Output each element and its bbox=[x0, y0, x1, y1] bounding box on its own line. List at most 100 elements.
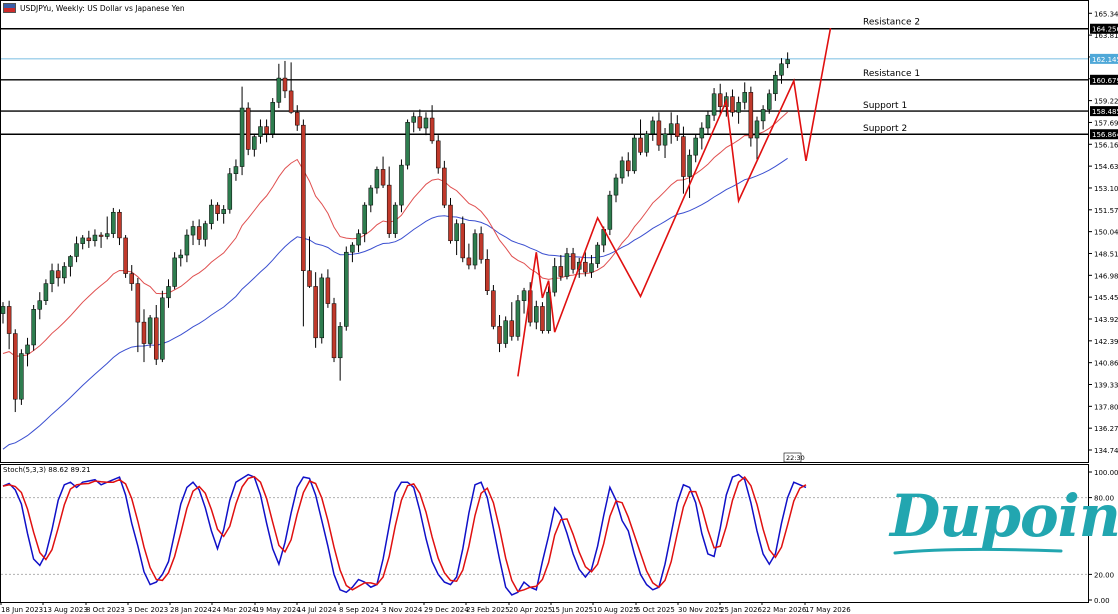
candle-body bbox=[570, 253, 576, 270]
candle-body bbox=[245, 107, 251, 150]
time-tick-label: 29 Dec 2024 bbox=[424, 606, 469, 614]
candle-body bbox=[294, 112, 300, 126]
candle-body bbox=[258, 126, 263, 137]
candle-body bbox=[466, 257, 472, 266]
candle-body bbox=[104, 233, 110, 237]
time-tick-label: 20 Apr 2025 bbox=[509, 606, 552, 614]
candle-body bbox=[417, 116, 423, 129]
candle-body bbox=[632, 137, 637, 172]
time-tick-label: 8 Sep 2024 bbox=[339, 606, 379, 614]
chart-header: USDJPYu, Weekly: US Dollar vs Japanese Y… bbox=[3, 2, 185, 14]
main-chart-frame bbox=[0, 0, 1089, 463]
candle-body bbox=[411, 116, 416, 123]
indicator-tick-label: 0.00 bbox=[1094, 597, 1110, 605]
price-tick-label: 159.220 bbox=[1094, 98, 1118, 106]
candle-body bbox=[760, 109, 766, 122]
candle-body bbox=[68, 256, 73, 267]
candle-body bbox=[711, 93, 717, 116]
candle-body bbox=[86, 237, 92, 242]
price-tick-label: 142.390 bbox=[1094, 338, 1118, 346]
indicator-tick-label: 100.00 bbox=[1094, 469, 1118, 477]
candle-body bbox=[301, 124, 306, 271]
price-tick-label: 151.570 bbox=[1094, 207, 1118, 215]
candle-body bbox=[644, 133, 649, 153]
candle-body bbox=[552, 266, 557, 293]
candle-body bbox=[393, 204, 398, 234]
logo-swoosh-icon bbox=[893, 547, 1063, 555]
price-tick-label: 139.330 bbox=[1094, 382, 1118, 390]
candle-body bbox=[626, 160, 631, 172]
time-tick-label: 28 Jan 2024 bbox=[170, 606, 213, 614]
candle-body bbox=[288, 90, 294, 113]
candle-body bbox=[331, 303, 337, 359]
stochastic-label: Stoch(5,3,3) 88.62 89.21 bbox=[3, 466, 91, 474]
candle-body bbox=[252, 136, 257, 150]
candle-body bbox=[184, 234, 190, 256]
candle-body bbox=[62, 266, 67, 279]
price-tick-label: 154.630 bbox=[1094, 163, 1118, 171]
candle-body bbox=[515, 300, 521, 337]
candle-body bbox=[98, 234, 104, 237]
price-tick-label: 156.160 bbox=[1094, 141, 1118, 149]
candle-body bbox=[31, 309, 36, 346]
candle-body bbox=[37, 300, 43, 310]
candle-body bbox=[478, 233, 484, 260]
candle-body bbox=[405, 122, 410, 166]
price-tick-label: 134.740 bbox=[1094, 447, 1118, 455]
level-label: Support 1 bbox=[863, 101, 907, 111]
sr-levels: Resistance 2 Resistance 1 Support 1 Support… bbox=[1, 18, 1088, 135]
candle-body bbox=[55, 270, 61, 279]
candle-body bbox=[123, 237, 128, 274]
candle-body bbox=[221, 209, 226, 214]
candle-body bbox=[239, 107, 245, 167]
candle-body bbox=[319, 277, 325, 339]
candle-body bbox=[233, 166, 239, 174]
cursor-time-label: 22:30 bbox=[786, 454, 805, 462]
candle-body bbox=[386, 184, 392, 234]
usd-flag-icon bbox=[3, 3, 16, 13]
candle-body bbox=[650, 120, 656, 134]
candle-body bbox=[509, 320, 515, 337]
time-tick-label: 5 Oct 2025 bbox=[636, 606, 675, 614]
candle-body bbox=[399, 164, 404, 206]
candle-body bbox=[730, 96, 735, 113]
candle-body bbox=[74, 243, 79, 257]
candle-body bbox=[503, 320, 508, 344]
candle-body bbox=[435, 140, 441, 169]
candle-body bbox=[742, 92, 747, 103]
candle-body bbox=[705, 114, 711, 129]
candle-body bbox=[779, 63, 784, 76]
candle-body bbox=[0, 306, 6, 314]
level-price-label: 158.485 bbox=[1092, 108, 1118, 116]
candle-body bbox=[748, 92, 754, 139]
candlestick-series bbox=[0, 52, 790, 413]
time-tick-label: 13 Aug 2023 bbox=[43, 606, 88, 614]
time-tick-label: 18 Jun 2023 bbox=[1, 606, 43, 614]
candle-body bbox=[675, 123, 680, 137]
candle-body bbox=[209, 204, 214, 224]
time-tick-label: 10 Aug 2025 bbox=[593, 606, 638, 614]
price-tick-label: 143.920 bbox=[1094, 316, 1118, 324]
candle-body bbox=[117, 211, 122, 239]
level-price-label: 156.864 bbox=[1092, 131, 1118, 139]
candle-body bbox=[325, 277, 331, 304]
time-tick-label: 14 Jul 2024 bbox=[297, 606, 337, 614]
candle-body bbox=[454, 223, 459, 242]
price-tick-label: 153.100 bbox=[1094, 185, 1118, 193]
candle-body bbox=[497, 326, 502, 344]
candle-body bbox=[607, 194, 613, 230]
candle-body bbox=[141, 321, 147, 344]
price-tick-label: 146.980 bbox=[1094, 272, 1118, 280]
candle-body bbox=[368, 187, 374, 206]
candle-body bbox=[92, 234, 98, 242]
candle-body bbox=[687, 154, 692, 177]
candle-body bbox=[362, 204, 367, 234]
price-axis: 165.340163.810162.280160.750159.220157.6… bbox=[1088, 10, 1118, 455]
time-tick-label: 15 Jun 2025 bbox=[551, 606, 593, 614]
level-price-label: 160.679 bbox=[1092, 77, 1118, 85]
time-tick-label: 17 May 2026 bbox=[805, 606, 851, 614]
price-tick-label: 145.450 bbox=[1094, 294, 1118, 302]
candle-body bbox=[350, 244, 355, 253]
candle-body bbox=[111, 211, 116, 234]
indicator-tick-label: 20.00 bbox=[1094, 571, 1114, 579]
